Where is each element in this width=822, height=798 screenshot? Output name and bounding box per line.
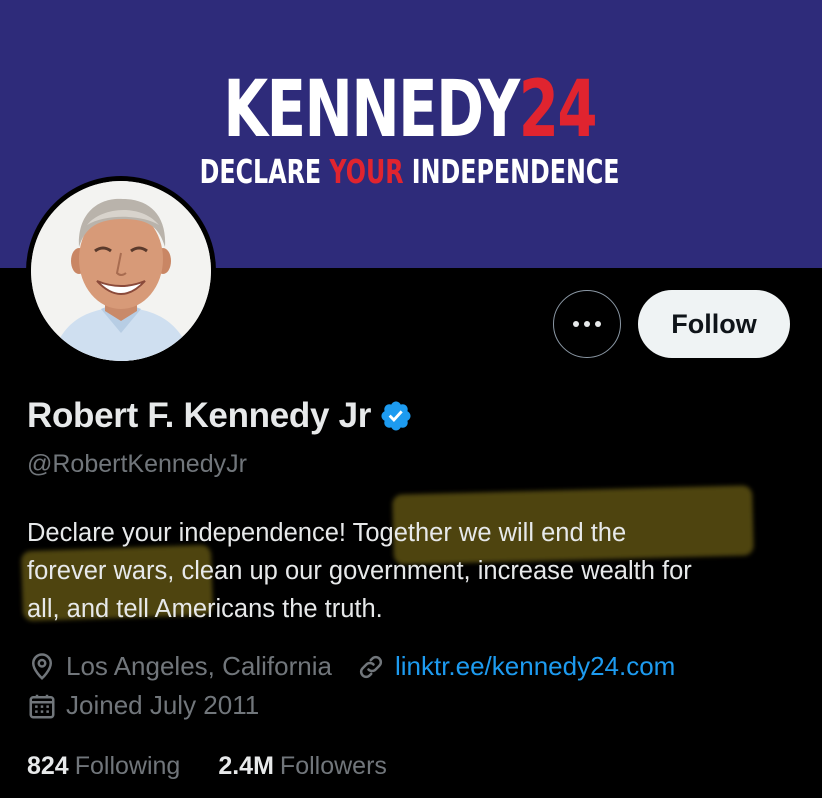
bio-line: forever wars, clean up our government, i…	[27, 557, 692, 585]
banner-title-number: 24	[518, 65, 598, 155]
handle: @RobertKennedyJr	[27, 450, 247, 478]
follow-button[interactable]: Follow	[638, 290, 790, 358]
link-icon	[359, 655, 383, 678]
bio-line: Declare your independence! Together we w…	[27, 519, 627, 547]
banner-tagline-post: INDEPENDENCE	[403, 152, 620, 191]
banner-tagline-pre: DECLARE	[199, 152, 330, 191]
website-link[interactable]: linktr.ee/kennedy24.com	[395, 651, 675, 682]
banner-tagline: DECLARE YOUR INDEPENDENCE	[114, 152, 706, 192]
display-name-row: Robert F. Kennedy Jr	[27, 396, 413, 436]
banner-title: KENNEDY24	[106, 68, 714, 152]
followers-label: Followers	[279, 752, 387, 780]
following-count: 824	[27, 752, 69, 780]
more-options-button[interactable]	[553, 290, 621, 358]
following-link[interactable]: 824 Following	[27, 752, 180, 781]
follow-counts: 824 Following 2.4M Followers	[27, 752, 387, 781]
followers-count: 2.4M	[218, 752, 274, 780]
banner-tagline-highlight: YOUR	[329, 152, 404, 191]
joined-text: Joined July 2011	[66, 690, 260, 720]
joined-row: Joined July 2011	[27, 690, 259, 721]
banner-title-name: KENNEDY	[223, 65, 520, 155]
verified-badge-icon[interactable]	[379, 399, 413, 433]
avatar[interactable]	[26, 176, 216, 366]
calendar-icon	[29, 694, 55, 718]
profile-photo-icon	[31, 181, 211, 361]
profile-photo	[31, 181, 211, 361]
bio-line: all, and tell Americans the truth.	[27, 595, 383, 623]
location-text: Los Angeles, California	[66, 651, 332, 681]
profile-meta-row: Los Angeles, California linktr.ee/kenned…	[27, 651, 675, 682]
location-pin-icon	[31, 652, 53, 680]
bio: Declare your independence! Together we w…	[27, 514, 797, 628]
followers-link[interactable]: 2.4M Followers	[218, 752, 387, 781]
more-options-icon	[573, 321, 579, 327]
display-name: Robert F. Kennedy Jr	[27, 396, 372, 435]
following-label: Following	[74, 752, 181, 780]
